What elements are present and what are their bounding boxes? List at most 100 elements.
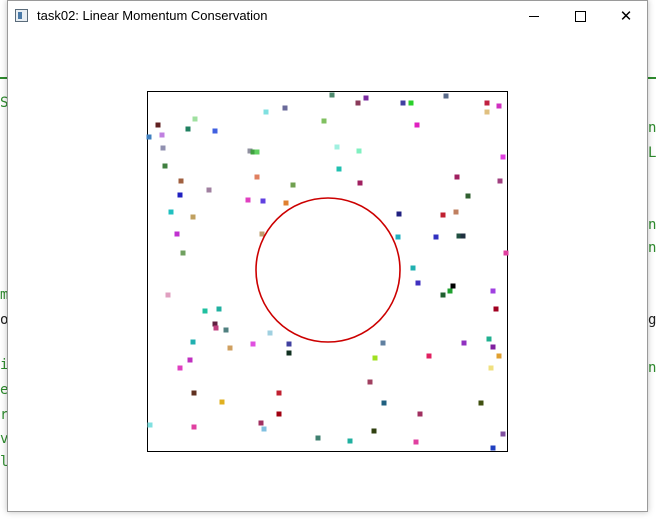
particle [219, 399, 225, 405]
particle [493, 306, 499, 312]
particle [276, 390, 282, 396]
particle [213, 325, 219, 331]
particle [206, 187, 212, 193]
particle [190, 214, 196, 220]
particle [410, 265, 416, 271]
particle [147, 422, 153, 428]
particle [484, 109, 490, 115]
particle [447, 288, 453, 294]
particle [276, 411, 282, 417]
particle [146, 134, 152, 140]
simulation-boundary [147, 91, 508, 452]
particle [180, 250, 186, 256]
particle [190, 339, 196, 345]
particle [371, 428, 377, 434]
particle [227, 345, 233, 351]
particle [414, 122, 420, 128]
particle [178, 178, 184, 184]
particle [155, 122, 161, 128]
particle [488, 365, 494, 371]
particle [334, 144, 340, 150]
particle [259, 231, 265, 237]
particle [440, 212, 446, 218]
particle [454, 174, 460, 180]
particle [355, 100, 361, 106]
particle [496, 353, 502, 359]
particle [263, 109, 269, 115]
particle [461, 340, 467, 346]
particle [177, 192, 183, 198]
particle [347, 438, 353, 444]
particle [177, 365, 183, 371]
particle [395, 234, 401, 240]
particle [216, 306, 222, 312]
particle [380, 340, 386, 346]
particle [286, 341, 292, 347]
particle [460, 233, 466, 239]
particle [160, 145, 166, 151]
particle [367, 379, 373, 385]
particle [433, 234, 439, 240]
particle [372, 355, 378, 361]
particle-group [146, 92, 509, 451]
particle [290, 182, 296, 188]
particle [496, 103, 502, 109]
particle [417, 411, 423, 417]
particle [400, 100, 406, 106]
particle [191, 424, 197, 430]
particle [254, 149, 260, 155]
particle [357, 180, 363, 186]
particle [159, 132, 165, 138]
particle [260, 198, 266, 204]
particle [396, 211, 402, 217]
particle [286, 350, 292, 356]
particle [202, 308, 208, 314]
particle [363, 95, 369, 101]
particle [478, 400, 484, 406]
particle [453, 209, 459, 215]
particle [187, 357, 193, 363]
particle [490, 344, 496, 350]
particle [162, 163, 168, 169]
particle [490, 445, 496, 451]
particle [223, 327, 229, 333]
particle [413, 439, 419, 445]
particle [250, 341, 256, 347]
particle [408, 100, 414, 106]
particle [245, 197, 251, 203]
particle [465, 193, 471, 199]
particle [356, 148, 362, 154]
particle [258, 420, 264, 426]
particle [443, 93, 449, 99]
particle [261, 426, 267, 432]
particle [165, 292, 171, 298]
particle [500, 154, 506, 160]
particle [440, 292, 446, 298]
particle [185, 126, 191, 132]
particle [329, 92, 335, 98]
particle [486, 336, 492, 342]
particle [490, 288, 496, 294]
particle [283, 200, 289, 206]
particle [381, 400, 387, 406]
particle [212, 128, 218, 134]
particle [267, 330, 273, 336]
particle [415, 280, 421, 286]
particle [192, 116, 198, 122]
particle [315, 435, 321, 441]
particle [484, 100, 490, 106]
particle [450, 283, 456, 289]
particle [282, 105, 288, 111]
particle [168, 209, 174, 215]
particle [500, 431, 506, 437]
particle [191, 390, 197, 396]
particle [426, 353, 432, 359]
simulation-canvas[interactable] [0, 0, 656, 519]
particle [497, 178, 503, 184]
particle [174, 231, 180, 237]
particle [336, 166, 342, 172]
particle [254, 174, 260, 180]
collision-ring [255, 197, 401, 343]
particle [503, 250, 509, 256]
particle [321, 118, 327, 124]
